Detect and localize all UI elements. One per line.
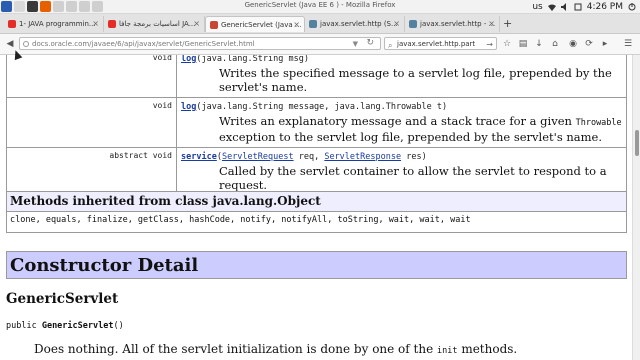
close-icon[interactable]: ×: [488, 19, 495, 28]
tab[interactable]: اساسيات برمجة جافا JA... ×: [104, 16, 205, 32]
system-bar: GenericServlet (Java EE 6 ) - Mozilla Fi…: [0, 0, 640, 14]
method-params: req,: [293, 152, 325, 162]
back-button[interactable]: ◀: [3, 37, 17, 51]
tab-strip: 1- JAVA programmin... × اساسيات برمجة جا…: [0, 14, 640, 34]
constructor-description: Does nothing. All of the servlet initial…: [34, 342, 517, 356]
home-icon[interactable]: ⌂: [548, 37, 562, 51]
method-modifier: void: [6, 97, 177, 148]
constructor-detail-heading: Constructor Detail: [6, 251, 627, 279]
type-link[interactable]: ServletResponse: [324, 152, 401, 162]
inherited-methods-heading: Methods inherited from class java.lang.O…: [7, 192, 626, 212]
desc-text: exception to the servlet log file, prepe…: [219, 130, 602, 144]
youtube-icon: [108, 20, 116, 28]
share-icon[interactable]: ▸: [598, 37, 612, 51]
method-modifier: abstract void: [6, 147, 177, 196]
navigation-bar: ◀ docs.oracle.com/javaee/6/api/javax/ser…: [0, 34, 640, 55]
tab-active[interactable]: GenericServlet (Java ... ×: [205, 16, 305, 32]
tab-label: javax.servlet.http - ...: [420, 20, 496, 28]
bookmark-star-icon[interactable]: ☆: [500, 37, 514, 51]
type-link[interactable]: ServletRequest: [222, 152, 294, 162]
tab-label: javax.servlet.http (S...: [320, 20, 398, 28]
desc-text: methods.: [457, 342, 518, 356]
java-icon: [309, 20, 317, 28]
sig-prefix: public: [6, 321, 42, 331]
sig-suffix: (): [113, 321, 124, 331]
keyboard-layout[interactable]: us: [532, 2, 542, 12]
vertical-scrollbar[interactable]: [632, 55, 640, 360]
method-link[interactable]: log: [181, 55, 196, 64]
clock[interactable]: 4:26 PM: [587, 2, 623, 12]
method-params: (java.lang.String msg): [196, 55, 309, 64]
tab-label: اساسيات برمجة جافا JA...: [119, 20, 196, 28]
battery-icon[interactable]: [574, 3, 582, 11]
table-row: void log(java.lang.String msg) Writes th…: [6, 55, 627, 98]
search-input[interactable]: ⌕ javax.servlet.http.part →: [384, 37, 497, 50]
method-params: (java.lang.String message, java.lang.Thr…: [196, 102, 448, 112]
url-text: docs.oracle.com/javaee/6/api/javax/servl…: [32, 40, 255, 48]
table-row: abstract void service(ServletRequest req…: [6, 147, 627, 196]
close-icon[interactable]: ×: [293, 20, 300, 29]
downloads-icon[interactable]: ↓: [532, 37, 546, 51]
method-summary-table: void log(java.lang.String msg) Writes th…: [6, 55, 627, 196]
inherited-methods-list: clone, equals, finalize, getClass, hashC…: [10, 215, 471, 225]
scrollbar-thumb[interactable]: [635, 130, 639, 156]
menu-icon[interactable]: ☰: [621, 37, 635, 51]
method-description: Writes an explanatory message and a stac…: [181, 114, 622, 144]
page-content: void log(java.lang.String msg) Writes th…: [0, 55, 632, 360]
close-icon[interactable]: ×: [193, 19, 200, 28]
tab-label: 1- JAVA programmin...: [19, 20, 96, 28]
java-icon: [409, 20, 417, 28]
go-arrow-icon[interactable]: →: [486, 38, 493, 51]
method-description: Called by the servlet container to allow…: [219, 164, 607, 192]
sig-name: GenericServlet: [41, 321, 114, 331]
close-icon[interactable]: ×: [393, 19, 400, 28]
method-link[interactable]: log: [181, 102, 196, 112]
desc-text: Does nothing. All of the servlet initial…: [34, 342, 438, 356]
tab[interactable]: javax.servlet.http (S... ×: [305, 16, 405, 32]
system-tray: us 4:26 PM: [532, 0, 636, 13]
constructor-signature: public GenericServlet(): [6, 321, 124, 331]
method-description: Writes the specified message to a servle…: [219, 66, 612, 94]
tab[interactable]: 1- JAVA programmin... ×: [4, 16, 104, 32]
close-icon[interactable]: ×: [92, 19, 99, 28]
method-signature: log(java.lang.String message, java.lang.…: [176, 97, 627, 148]
method-modifier: void: [6, 55, 177, 98]
search-icon: ⌕: [388, 41, 393, 50]
wifi-icon[interactable]: [547, 3, 556, 11]
method-params: res): [401, 152, 427, 162]
search-value: javax.servlet.http.part: [397, 40, 476, 48]
method-link[interactable]: service: [181, 152, 217, 162]
method-signature: service(ServletRequest req, ServletRespo…: [176, 147, 627, 196]
extension-icon[interactable]: ◉: [566, 37, 580, 51]
tab[interactable]: javax.servlet.http - ... ×: [405, 16, 500, 32]
power-icon[interactable]: [628, 2, 636, 11]
tab-label: GenericServlet (Java ...: [221, 20, 302, 29]
youtube-icon: [8, 20, 16, 28]
volume-icon[interactable]: [560, 2, 569, 11]
table-row: void log(java.lang.String message, java.…: [6, 97, 627, 148]
chevron-down-icon[interactable]: ▼: [353, 38, 358, 51]
inherited-methods-table: Methods inherited from class java.lang.O…: [6, 191, 627, 233]
reading-list-icon[interactable]: ▤: [516, 37, 530, 51]
desc-code: Throwable: [575, 118, 622, 128]
desc-text: Writes an explanatory message and a stac…: [219, 114, 576, 128]
site-info-icon[interactable]: [23, 41, 29, 47]
new-tab-button[interactable]: +: [503, 17, 512, 30]
sync-icon[interactable]: ⟳: [582, 37, 596, 51]
oracle-icon: [210, 20, 218, 29]
constructor-name: GenericServlet: [6, 291, 119, 307]
url-bar[interactable]: docs.oracle.com/javaee/6/api/javax/servl…: [19, 37, 381, 50]
reload-icon[interactable]: ↻: [366, 37, 374, 50]
method-signature: log(java.lang.String msg) Writes the spe…: [176, 55, 627, 98]
desc-code: init: [437, 346, 458, 356]
